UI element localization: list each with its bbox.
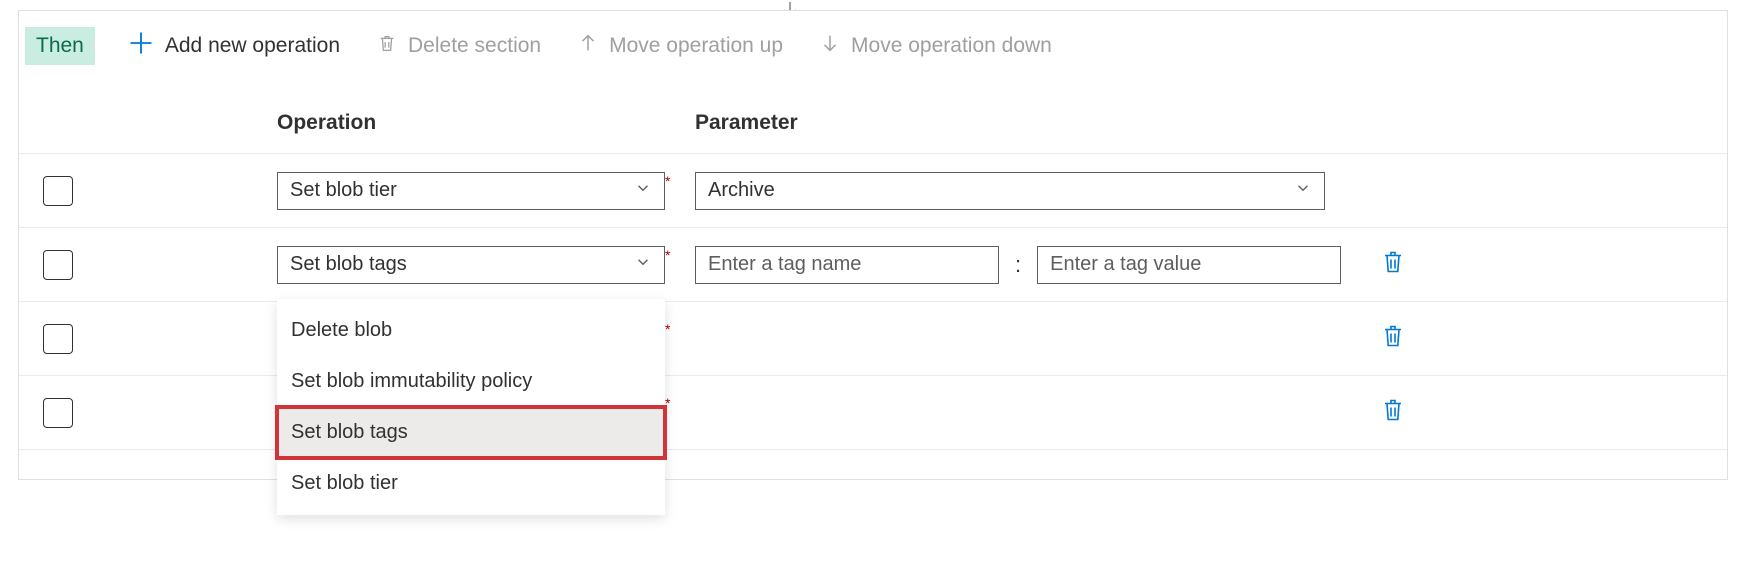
operation-select[interactable]: Set blob tier [277,172,665,210]
table-row: * [19,302,1727,376]
operation-select-value: Set blob tier [290,179,397,202]
row-checkbox[interactable] [43,398,73,428]
add-new-operation-label: Add new operation [165,34,340,58]
move-operation-down-button[interactable]: Move operation down [815,28,1056,64]
required-asterisk: * [665,247,695,263]
table-row: * [19,376,1727,450]
columns-header: Operation Parameter [19,81,1727,154]
tag-separator: : [1013,252,1023,278]
row-checkbox[interactable] [43,324,73,354]
operation-dropdown: Delete blob Set blob immutability policy… [277,299,665,515]
header-parameter: Parameter [695,111,798,135]
then-badge: Then [25,27,95,65]
required-asterisk: * [665,321,695,337]
add-new-operation-button[interactable]: Add new operation [123,25,344,67]
move-operation-up-button[interactable]: Move operation up [573,28,787,64]
chevron-down-icon [634,179,652,203]
parameter-select[interactable]: Archive [695,172,1325,210]
delete-row-button[interactable] [1381,248,1405,276]
row-checkbox[interactable] [43,176,73,206]
dropdown-option[interactable]: Set blob immutability policy [277,356,665,407]
delete-row-button[interactable] [1381,322,1405,350]
required-asterisk: * [665,173,695,189]
chevron-down-icon [634,253,652,277]
parameter-select-value: Archive [708,179,775,202]
plus-icon [127,29,155,63]
tag-name-input[interactable] [695,246,999,284]
then-block-card: Then Add new operation Delete section Mo… [18,10,1728,480]
required-asterisk: * [665,395,695,411]
toolbar: Then Add new operation Delete section Mo… [19,11,1727,81]
trash-icon [376,32,398,60]
delete-row-button[interactable] [1381,396,1405,424]
tag-value-input[interactable] [1037,246,1341,284]
arrow-up-icon [577,32,599,60]
operation-select[interactable]: Set blob tags [277,246,665,284]
dropdown-option[interactable]: Set blob tier [277,458,665,509]
row-checkbox[interactable] [43,250,73,280]
dropdown-option[interactable]: Set blob tags [277,407,665,458]
operation-select-value: Set blob tags [290,253,407,276]
delete-section-button[interactable]: Delete section [372,28,545,64]
move-operation-up-label: Move operation up [609,34,783,58]
dropdown-option[interactable]: Delete blob [277,305,665,356]
move-operation-down-label: Move operation down [851,34,1052,58]
arrow-down-icon [819,32,841,60]
table-row: Set blob tags * : [19,228,1727,302]
delete-section-label: Delete section [408,34,541,58]
chevron-down-icon [1294,179,1312,203]
header-operation: Operation [277,111,695,135]
separator-arrow-icon [778,0,802,10]
table-row: Set blob tier * Archive [19,154,1727,228]
